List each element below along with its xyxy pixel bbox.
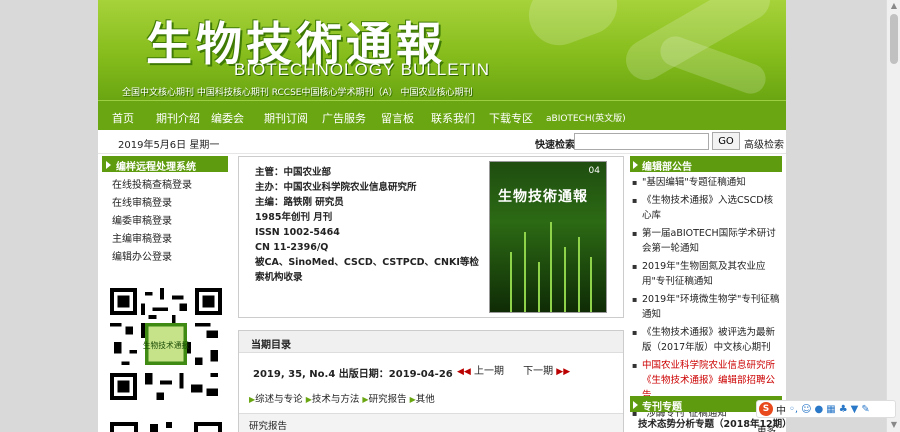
keyboard-icon[interactable]: ▦ — [826, 404, 835, 415]
nav-home[interactable]: 首页 — [112, 110, 134, 126]
bacteria-decoration — [520, 0, 626, 54]
cover-sprout — [550, 222, 552, 312]
category-other[interactable]: 其他 — [416, 394, 435, 405]
prev-arrow-icon: ◀◀ — [457, 367, 471, 377]
quick-search-label: 快速检索 — [535, 140, 575, 151]
founded-line: 1985年创刊 月刊 — [255, 212, 333, 223]
nav-subscribe[interactable]: 期刊订阅 — [264, 110, 308, 126]
info-bar: 2019年5月6日 星期一 快速检索 GO 高级检索 — [98, 130, 786, 154]
qr-code-image: 生物技术通报 — [110, 288, 222, 400]
nav-abiotech[interactable]: aBIOTECH(英文版) — [546, 111, 626, 124]
journal-info-panel: 主管：中国农业部 主办：中国农业科学院农业信息研究所 主编：路铁刚 研究员 19… — [238, 156, 624, 318]
current-issue-header: 当期目录 — [239, 331, 623, 353]
quick-search-input[interactable] — [574, 133, 709, 150]
vertical-scrollbar[interactable]: ▲ ▼ — [886, 0, 900, 432]
prev-issue-link[interactable]: 上一期 — [474, 366, 504, 377]
reviewer-login-link[interactable]: 在线审稿登录 — [102, 195, 228, 213]
login-list: 在线投稿查稿登录 在线审稿登录 编委审稿登录 主编审稿登录 编辑办公登录 — [102, 177, 228, 267]
indexing-line: 被CA、SinoMed、CSCD、CSTPCD、CNKI等检 — [255, 257, 479, 268]
page: 生物技術通報 BIOTECHNOLOGY BULLETIN 全国中文核心期刊 中… — [98, 0, 786, 432]
second-qr-code-partial — [110, 422, 222, 432]
voice-icon[interactable]: ● — [815, 404, 824, 415]
notice-item[interactable]: 《生物技术通报》被评选为最新版（2017年版）中文核心期刊 — [630, 325, 782, 355]
category-methods[interactable]: 技术与方法 — [312, 394, 360, 405]
ime-language-toggle[interactable]: 中 — [776, 402, 786, 417]
site-banner: 生物技術通報 BIOTECHNOLOGY BULLETIN 全国中文核心期刊 中… — [98, 0, 786, 100]
nav-editorial-board[interactable]: 编委会 — [211, 110, 244, 126]
category-review[interactable]: 综述与专论 — [255, 394, 303, 405]
nav-guestbook[interactable]: 留言板 — [381, 110, 414, 126]
cover-sprout — [590, 257, 592, 312]
cover-sprout — [510, 252, 512, 312]
journal-cover-image[interactable]: 04 生物技術通報 — [489, 161, 607, 313]
skin-icon[interactable]: ♣ — [839, 404, 848, 415]
qr-caption: 生物技术通报 — [143, 340, 190, 350]
sogou-logo-icon[interactable]: S — [759, 402, 773, 416]
cover-issue-number: 04 — [588, 166, 600, 176]
cover-sprout — [524, 232, 526, 312]
chief-editor-login-link[interactable]: 主编审稿登录 — [102, 231, 228, 249]
nav-about[interactable]: 期刊介绍 — [156, 110, 200, 126]
notice-item[interactable]: "基因编辑"专题征稿通知 — [630, 175, 782, 190]
notice-item[interactable]: 《生物技术通报》入选CSCD核心库 — [630, 193, 782, 223]
notice-item[interactable]: 第一届aBIOTECH国际学术研讨会第一轮通知 — [630, 226, 782, 256]
office-login-link[interactable]: 编辑办公登录 — [102, 249, 228, 267]
scroll-up-icon[interactable]: ▲ — [889, 1, 899, 11]
cover-sprout — [578, 237, 580, 312]
sponsor-line: 主办：中国农业科学院农业信息研究所 — [255, 182, 417, 193]
current-date: 2019年5月6日 星期一 — [118, 140, 220, 151]
cover-sprout — [538, 262, 540, 312]
right-sidebar: 编辑部公告 "基因编辑"专题征稿通知《生物技术通报》入选CSCD核心库第一届aB… — [630, 156, 786, 432]
scrollbar-thumb[interactable] — [890, 14, 898, 64]
advanced-search-link[interactable]: 高级检索 — [744, 136, 784, 151]
journal-meta: 主管：中国农业部 主办：中国农业科学院农业信息研究所 主编：路铁刚 研究员 19… — [255, 165, 479, 285]
notice-item[interactable]: 2019年"生物固氮及其农业应用"专刊征稿通知 — [630, 259, 782, 289]
nav-downloads[interactable]: 下载专区 — [489, 110, 533, 126]
notice-list: "基因编辑"专题征稿通知《生物技术通报》入选CSCD核心库第一届aBIOTECH… — [630, 175, 782, 421]
notice-item[interactable]: 2019年"环境微生物学"专刊征稿通知 — [630, 292, 782, 322]
category-research[interactable]: 研究报告 — [369, 394, 407, 405]
issue-pager: ◀◀ 上一期 下一期 ▶▶ — [457, 362, 570, 377]
notice-header: 编辑部公告 — [630, 156, 782, 173]
emoji-icon[interactable]: ☺ — [801, 404, 811, 415]
indexing-line-2: 索机构收录 — [255, 272, 303, 283]
core-journal-list: 全国中文核心期刊 中国科技核心期刊 RCCSE中国核心学术期刊（A） 中国农业核… — [122, 88, 473, 98]
site-title-en: BIOTECHNOLOGY BULLETIN — [234, 60, 490, 79]
current-issue-panel: 当期目录 2019, 35, No.4 出版日期：2019-04-26 ◀◀ 上… — [238, 330, 624, 432]
go-button[interactable]: GO — [712, 132, 740, 150]
next-arrow-icon: ▶▶ — [556, 367, 571, 377]
punctuation-icon[interactable]: ◦, — [789, 404, 798, 415]
left-sidebar: 编样远程处理系统 在线投稿查稿登录 在线审稿登录 编委审稿登录 主编审稿登录 编… — [102, 156, 228, 432]
nav-ads[interactable]: 广告服务 — [322, 110, 366, 126]
shirt-icon[interactable]: ▼ — [851, 404, 859, 415]
next-issue-link[interactable]: 下一期 — [523, 366, 553, 377]
tools-icon[interactable]: ✎ — [861, 404, 869, 415]
special-topic-link[interactable]: 技术态势分析专题（2018年12期） — [638, 416, 786, 430]
remote-system-header: 编样远程处理系统 — [102, 156, 228, 173]
main-nav: 首页 期刊介绍 编委会 期刊订阅 广告服务 留言板 联系我们 下载专区 aBIO… — [98, 100, 786, 130]
nav-contact[interactable]: 联系我们 — [431, 110, 475, 126]
issue-info: 2019, 35, No.4 出版日期：2019-04-26 — [253, 369, 453, 380]
issn-line: ISSN 1002-5464 — [255, 227, 340, 238]
chief-editor-line: 主编：路铁刚 研究员 — [255, 197, 344, 208]
cover-sprout — [564, 247, 566, 312]
cover-title: 生物技術通報 — [498, 189, 588, 205]
ime-toolbar[interactable]: S 中 ◦, ☺ ● ▦ ♣ ▼ ✎ — [756, 400, 896, 418]
scroll-down-icon[interactable]: ▼ — [889, 420, 899, 430]
author-login-link[interactable]: 在线投稿查稿登录 — [102, 177, 228, 195]
category-links: ▶综述与专论 ▶技术与方法 ▶研究报告 ▶其他 — [249, 391, 435, 405]
supervisor-line: 主管：中国农业部 — [255, 167, 332, 178]
cn-line: CN 11-2396/Q — [255, 242, 329, 253]
editor-board-login-link[interactable]: 编委审稿登录 — [102, 213, 228, 231]
research-report-header: 研究报告 — [239, 413, 623, 432]
